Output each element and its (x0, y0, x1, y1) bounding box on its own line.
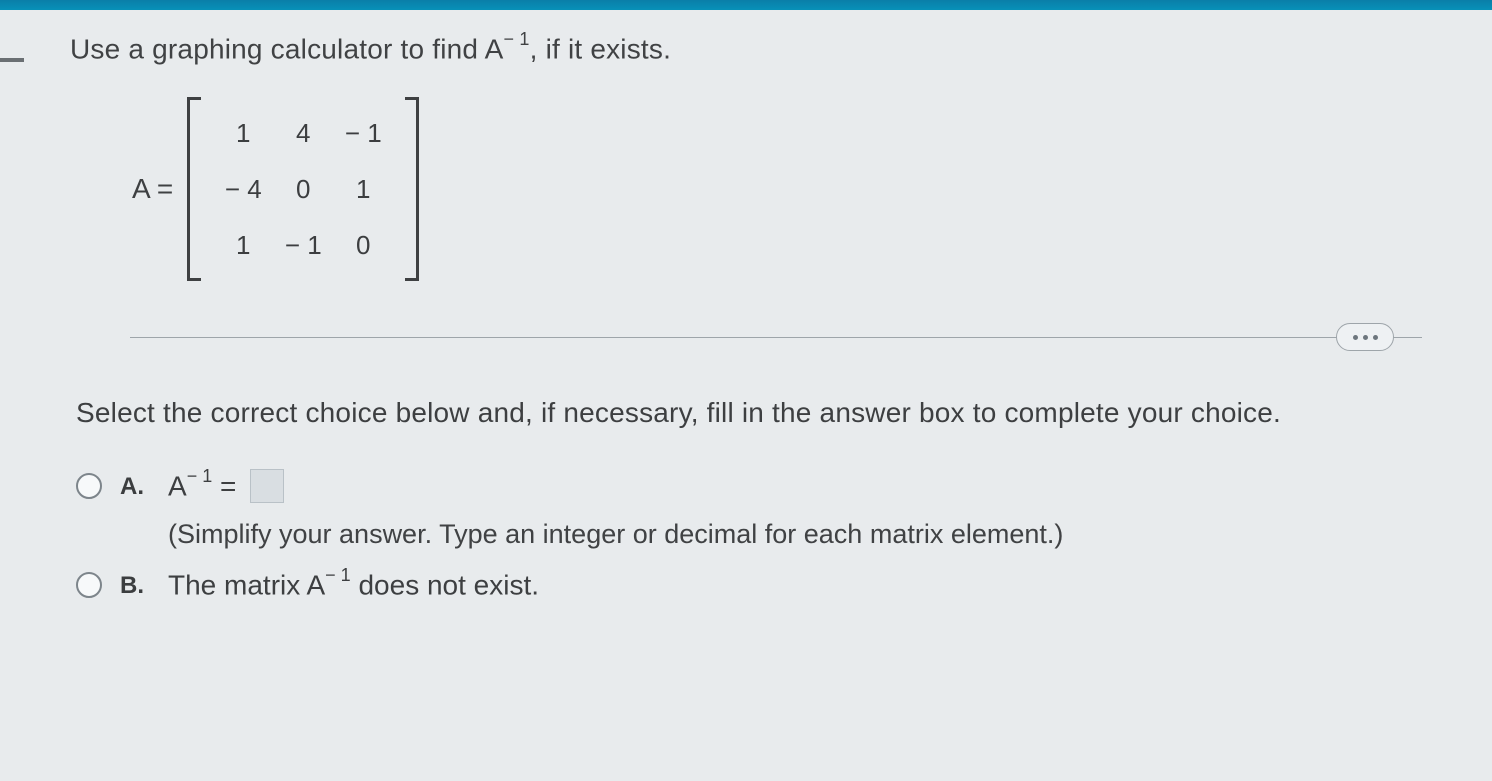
question-exponent: − 1 (503, 29, 529, 49)
radio-b[interactable] (76, 572, 102, 598)
choice-a-expression: A− 1 = (168, 469, 1063, 505)
choice-a[interactable]: A. A− 1 = (Simplify your answer. Type an… (76, 469, 1422, 550)
choice-a-eq: = (212, 471, 244, 502)
matrix-A: 1 4 − 1 − 4 0 1 1 − 1 0 (187, 97, 419, 281)
choice-a-exp: − 1 (187, 466, 213, 486)
answer-input-box[interactable] (250, 469, 284, 503)
choice-b-letter: B. (120, 572, 150, 600)
matrix-cell: 4 (296, 118, 310, 149)
radio-a[interactable] (76, 473, 102, 499)
matrix-cells: 1 4 − 1 − 4 0 1 1 − 1 0 (201, 97, 405, 281)
matrix-cell: 1 (236, 230, 250, 261)
ellipsis-icon (1373, 335, 1378, 340)
choice-b-suffix: does not exist. (351, 570, 539, 601)
more-options-button[interactable] (1336, 323, 1394, 351)
choice-b-prefix: The matrix A (168, 570, 325, 601)
window-top-bar (0, 0, 1492, 10)
matrix-left-bracket (187, 97, 201, 281)
choice-b-exp: − 1 (325, 565, 351, 585)
matrix-cell: 1 (356, 174, 370, 205)
question-text: Use a graphing calculator to find A− 1, … (70, 32, 1422, 65)
section-divider (70, 323, 1422, 353)
answer-prompt: Select the correct choice below and, if … (76, 397, 1422, 429)
question-suffix: , if it exists. (530, 33, 671, 64)
matrix-label: A = (132, 173, 173, 205)
matrix-cell: 0 (356, 230, 370, 261)
left-margin-marker (0, 58, 24, 62)
matrix-cell: − 4 (225, 174, 262, 205)
matrix-cell: − 1 (345, 118, 382, 149)
matrix-cell: 0 (296, 174, 310, 205)
ellipsis-icon (1353, 335, 1358, 340)
choice-a-letter: A. (120, 473, 150, 501)
ellipsis-icon (1363, 335, 1368, 340)
divider-line (130, 337, 1422, 338)
answer-choices: A. A− 1 = (Simplify your answer. Type an… (76, 469, 1422, 601)
matrix-definition: A = 1 4 − 1 − 4 0 1 1 − 1 0 (132, 97, 1422, 281)
matrix-right-bracket (405, 97, 419, 281)
choice-a-hint: (Simplify your answer. Type an integer o… (168, 519, 1063, 550)
choice-a-var: A (168, 471, 187, 502)
question-prefix: Use a graphing calculator to find A (70, 33, 503, 64)
choice-b[interactable]: B. The matrix A− 1 does not exist. (76, 568, 1422, 601)
choice-b-text: The matrix A− 1 does not exist. (168, 568, 539, 601)
matrix-cell: 1 (236, 118, 250, 149)
matrix-cell: − 1 (285, 230, 322, 261)
question-content: Use a graphing calculator to find A− 1, … (0, 10, 1492, 602)
